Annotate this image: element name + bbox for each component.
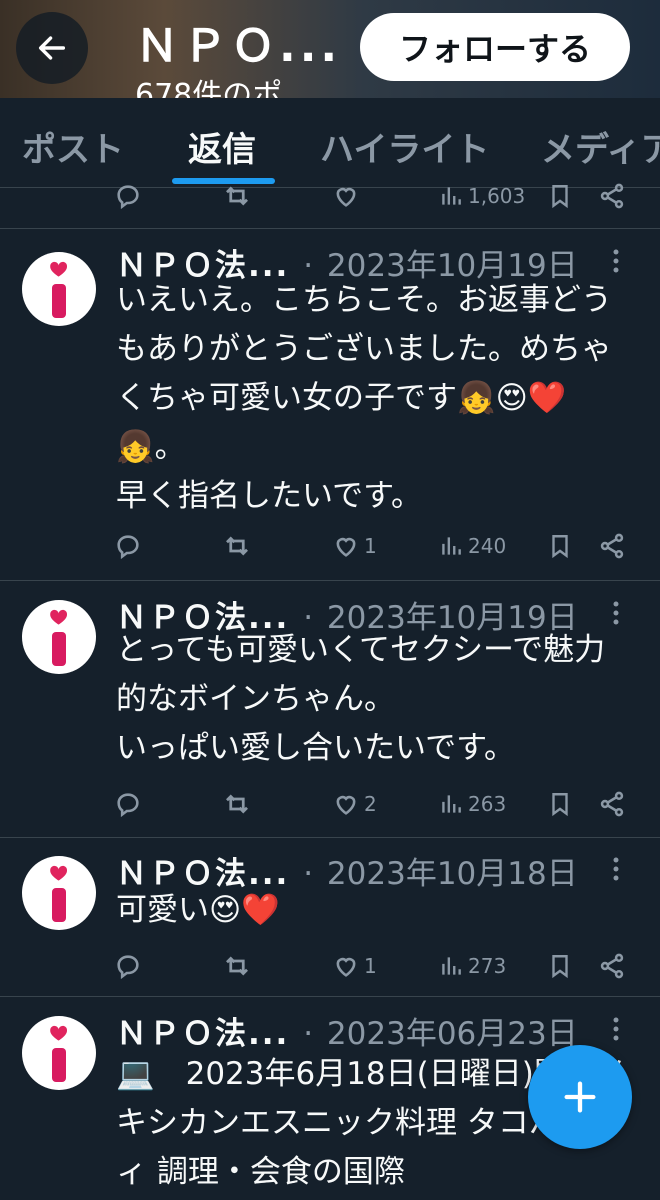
compose-button[interactable] xyxy=(528,1045,632,1149)
like-count: 1 xyxy=(364,534,377,558)
tab-replies[interactable]: 返信 xyxy=(188,122,256,171)
like-count: 2 xyxy=(364,792,377,816)
tweet-actions: 1 240 xyxy=(0,526,660,566)
partial-tweet-actions: 1,603 xyxy=(0,176,660,216)
views-count: 1,603 xyxy=(468,184,526,208)
heart-logo-icon xyxy=(39,864,79,922)
reply-icon xyxy=(114,952,142,980)
tab-posts[interactable]: ポスト xyxy=(22,122,124,171)
share-button[interactable] xyxy=(598,526,626,566)
author-name[interactable]: ＮＰＯ法... xyxy=(116,1016,289,1052)
share-icon xyxy=(598,790,626,818)
repost-icon xyxy=(222,181,252,211)
views-button[interactable]: 263 xyxy=(438,784,506,824)
divider xyxy=(0,837,660,838)
bookmark-icon xyxy=(547,533,573,559)
tweet[interactable]: ＮＰＯ法... · 2023年10月19日 とっても可愛いくてセクシーで魅力的な… xyxy=(0,592,660,837)
tweet-actions: 1 273 xyxy=(0,946,660,986)
reply-icon xyxy=(114,182,142,210)
like-button[interactable]: 1 xyxy=(332,946,377,986)
bookmark-button[interactable] xyxy=(547,946,573,986)
profile-header: ＮＰＯ... 678件のポ フォローする xyxy=(0,0,660,98)
bar-chart-icon xyxy=(438,953,464,979)
bookmark-button[interactable] xyxy=(547,176,573,216)
heart-icon xyxy=(332,532,360,560)
more-icon[interactable] xyxy=(612,248,620,274)
profile-name: ＮＰＯ... xyxy=(135,21,342,72)
avatar[interactable] xyxy=(22,600,96,674)
plus-icon xyxy=(560,1077,600,1117)
share-button[interactable] xyxy=(598,946,626,986)
bar-chart-icon xyxy=(438,791,464,817)
more-icon[interactable] xyxy=(612,600,620,626)
reply-button[interactable] xyxy=(114,784,142,824)
reply-button[interactable] xyxy=(114,526,142,566)
tweet-text: いえいえ。こちらこそ。お返事どうもありがとうございました。めちゃくちゃ可愛い女の… xyxy=(116,282,612,514)
like-button[interactable] xyxy=(332,176,360,216)
tweet-date[interactable]: 2023年06月23日 xyxy=(327,1016,578,1052)
bookmark-icon xyxy=(547,183,573,209)
heart-logo-icon xyxy=(39,260,79,318)
views-count: 263 xyxy=(468,792,507,816)
share-icon xyxy=(598,182,626,210)
share-icon xyxy=(598,532,626,560)
divider xyxy=(0,228,660,229)
views-button[interactable]: 1,603 xyxy=(438,176,525,216)
like-button[interactable]: 2 xyxy=(332,784,377,824)
avatar[interactable] xyxy=(22,856,96,930)
reply-button[interactable] xyxy=(114,946,142,986)
heart-icon xyxy=(332,952,360,980)
profile-tabs: ポスト 返信 ハイライト メディア xyxy=(0,98,660,188)
more-icon[interactable] xyxy=(612,856,620,882)
tab-media[interactable]: メディア xyxy=(541,122,660,171)
tweet-text: とっても可愛いくてセクシーで魅力的なボインちゃん。 いっぱい愛し合いたいです。 xyxy=(116,632,606,766)
reply-icon xyxy=(114,532,142,560)
heart-logo-icon xyxy=(39,608,79,666)
arrow-left-icon xyxy=(35,31,69,65)
share-button[interactable] xyxy=(598,176,626,216)
avatar[interactable] xyxy=(22,1016,96,1090)
repost-icon xyxy=(222,789,252,819)
repost-button[interactable] xyxy=(222,526,252,566)
repost-button[interactable] xyxy=(222,946,252,986)
tweet-text: 可愛い😍❤️ xyxy=(116,892,280,928)
heart-logo-icon xyxy=(39,1024,79,1082)
tweet[interactable]: ＮＰＯ法... · 2023年10月18日 可愛い😍❤️ 1 273 xyxy=(0,848,660,996)
tab-highlights[interactable]: ハイライト xyxy=(320,122,489,171)
back-button[interactable] xyxy=(16,12,88,84)
tweet[interactable]: ＮＰＯ法... · 2023年10月19日 いえいえ。こちらこそ。お返事どうもあ… xyxy=(0,240,660,580)
views-count: 240 xyxy=(468,534,507,558)
like-button[interactable]: 1 xyxy=(332,526,377,566)
avatar[interactable] xyxy=(22,252,96,326)
heart-icon xyxy=(332,182,360,210)
repost-icon xyxy=(222,951,252,981)
tweet-header: ＮＰＯ法... · 2023年06月23日 xyxy=(116,1008,578,1053)
divider xyxy=(0,996,660,997)
post-count: 678件のポ xyxy=(135,78,283,98)
share-button[interactable] xyxy=(598,784,626,824)
separator-dot: · xyxy=(303,1016,314,1052)
repost-icon xyxy=(222,531,252,561)
reply-icon xyxy=(114,790,142,818)
bookmark-button[interactable] xyxy=(547,784,573,824)
views-button[interactable]: 240 xyxy=(438,526,506,566)
bookmark-icon xyxy=(547,953,573,979)
heart-icon xyxy=(332,790,360,818)
tweet-actions: 2 263 xyxy=(0,784,660,824)
bookmark-button[interactable] xyxy=(547,526,573,566)
views-button[interactable]: 273 xyxy=(438,946,506,986)
share-icon xyxy=(598,952,626,980)
like-count: 1 xyxy=(364,954,377,978)
bar-chart-icon xyxy=(438,533,464,559)
repost-button[interactable] xyxy=(222,176,252,216)
views-count: 273 xyxy=(468,954,507,978)
reply-button[interactable] xyxy=(114,176,142,216)
divider xyxy=(0,580,660,581)
more-icon[interactable] xyxy=(612,1016,620,1042)
repost-button[interactable] xyxy=(222,784,252,824)
bookmark-icon xyxy=(547,791,573,817)
bar-chart-icon xyxy=(438,183,464,209)
follow-button[interactable]: フォローする xyxy=(360,13,630,81)
